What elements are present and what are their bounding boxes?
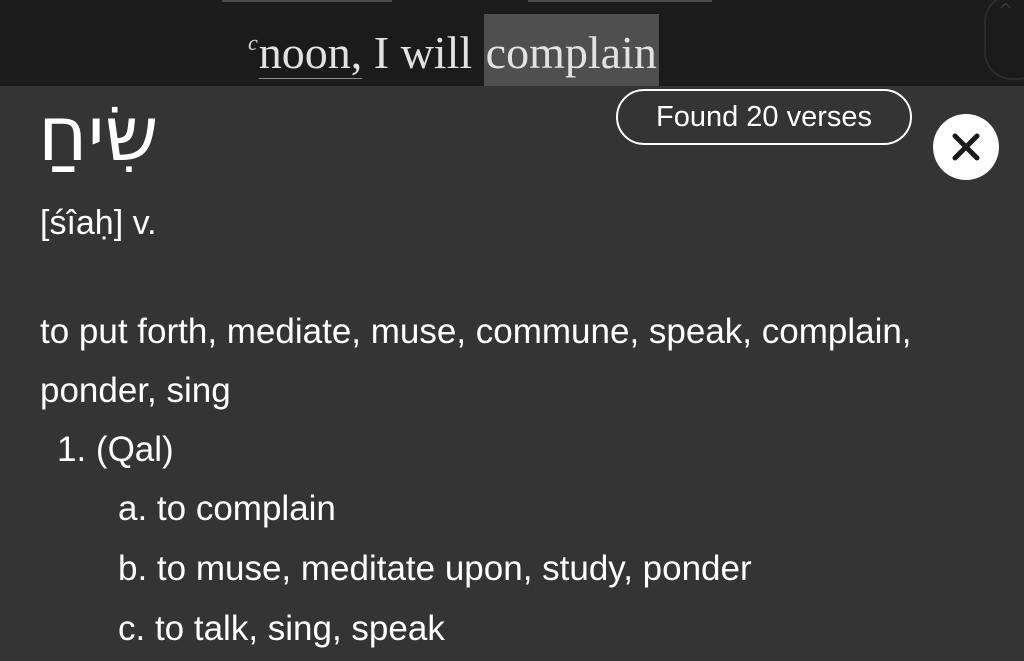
scroll-handle[interactable]: ^ xyxy=(984,0,1024,80)
verse-word[interactable]: I will xyxy=(362,26,483,79)
definition-text: to put forth, mediate, muse, commune, sp… xyxy=(40,312,912,410)
close-icon xyxy=(952,133,980,161)
sense-list: a. to complain b. to muse, meditate upon… xyxy=(118,479,752,659)
selected-verse-word[interactable]: complain xyxy=(483,14,659,86)
close-button[interactable] xyxy=(933,114,999,180)
verse-reader-strip: c noon, I will complain ^ xyxy=(0,0,1024,86)
verse-text-line: c noon, I will complain xyxy=(248,14,659,86)
footnote-marker[interactable]: c xyxy=(248,30,258,56)
verse-divider xyxy=(528,0,712,2)
verse-word[interactable]: noon, xyxy=(259,26,363,79)
hebrew-headword: שִׂיחַ xyxy=(38,89,159,178)
sense-item: a. to complain xyxy=(118,489,336,528)
verse-divider xyxy=(222,0,392,2)
verb-stem-heading: 1. (Qal) xyxy=(57,430,174,469)
chevron-up-icon: ^ xyxy=(998,0,1014,21)
found-verses-button[interactable]: Found 20 verses xyxy=(616,89,912,145)
transliteration: [śîaḥ] v. xyxy=(40,204,157,242)
sense-item: b. to muse, meditate upon, study, ponder xyxy=(118,549,752,588)
lexicon-panel: שִׂיחַ Found 20 verses [śîaḥ] v. to put … xyxy=(0,86,1024,661)
lexicon-popup-screen: c noon, I will complain ^ שִׂיחַ Found 2… xyxy=(0,0,1024,661)
sense-item: c. to talk, sing, speak xyxy=(118,609,445,648)
